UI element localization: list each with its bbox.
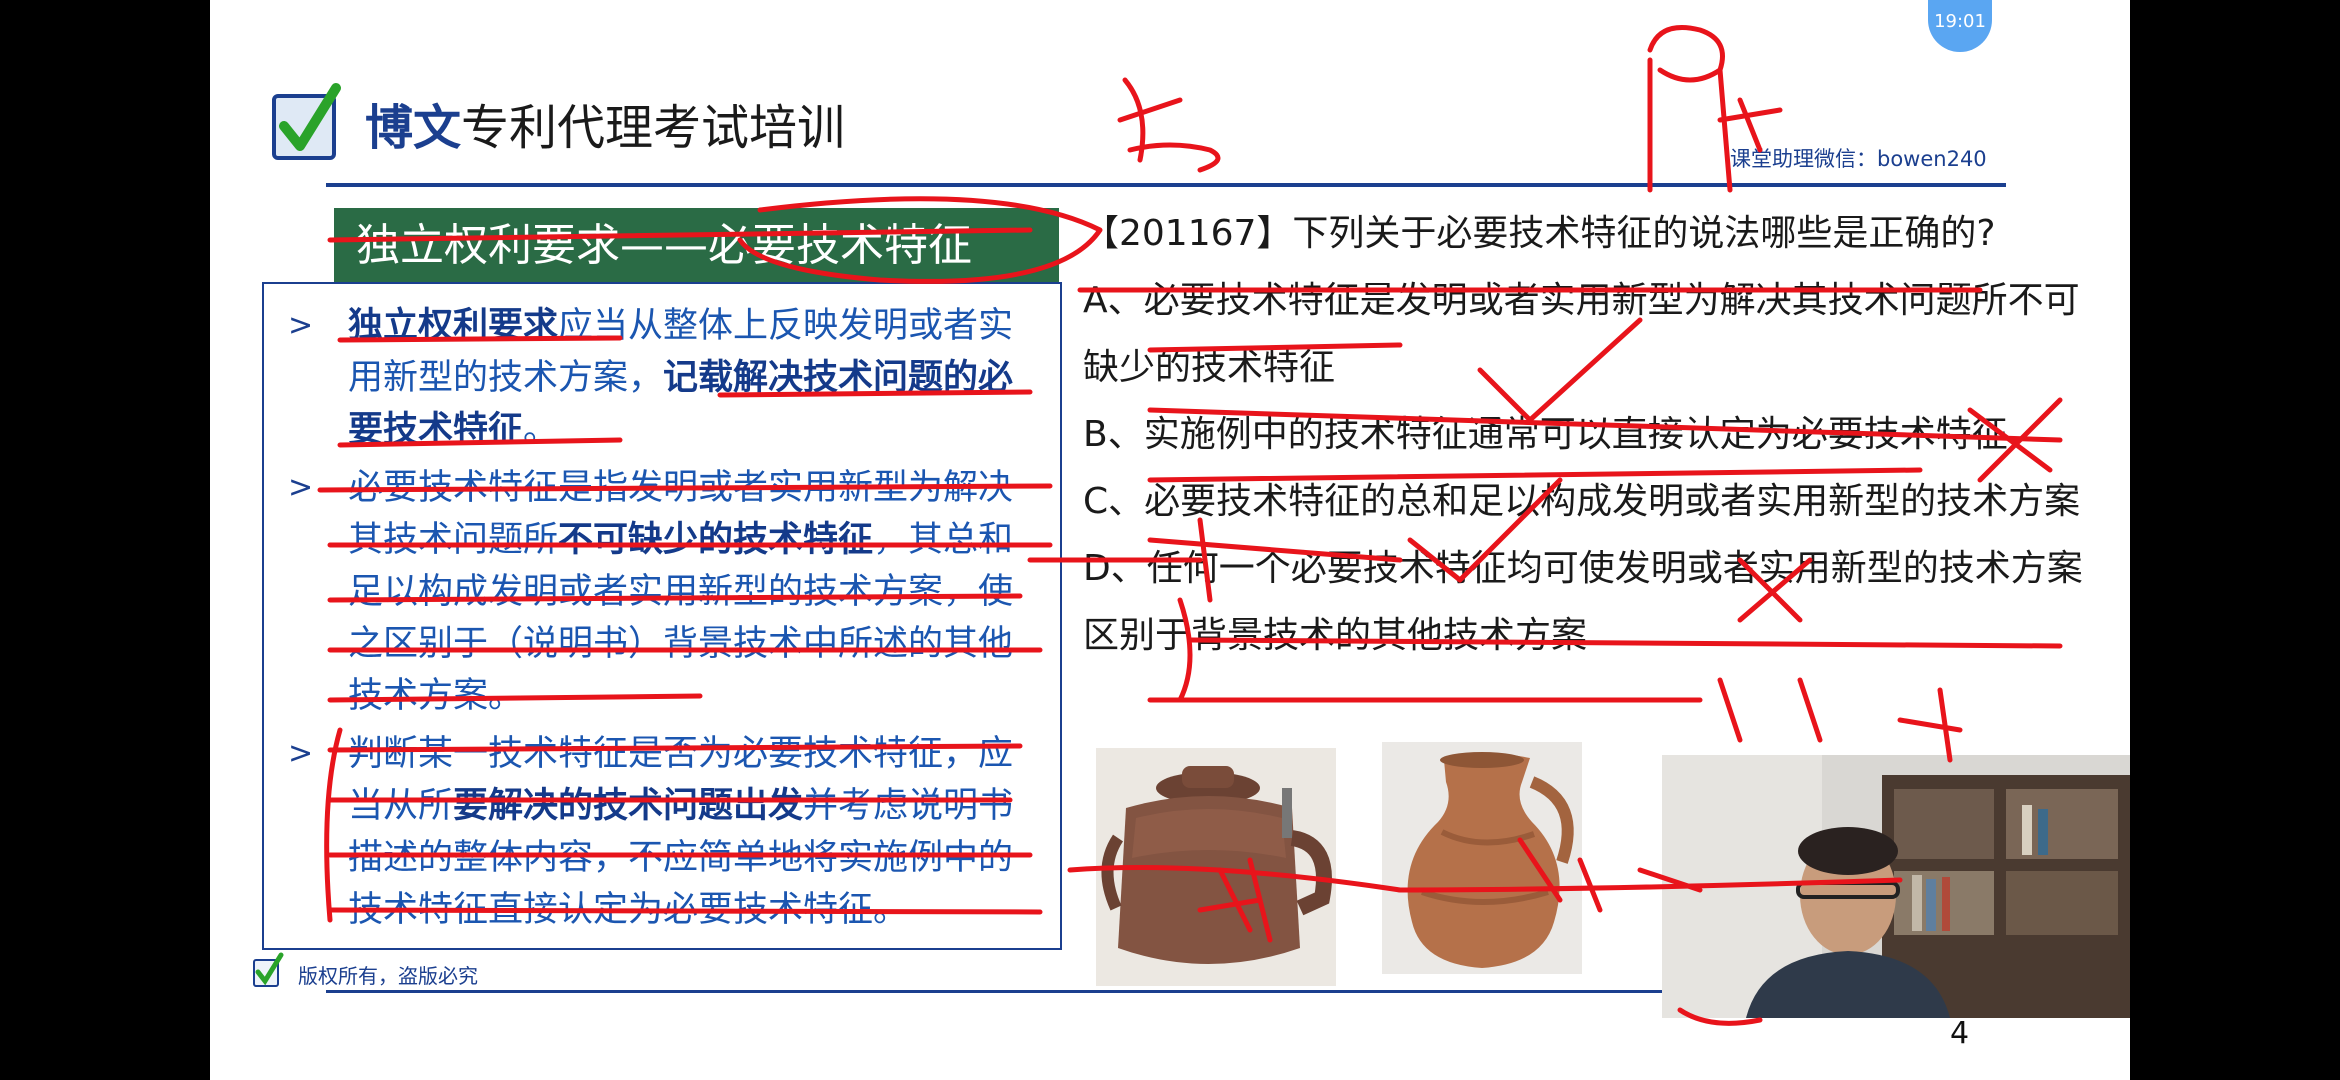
- checkmark-logo-icon: [272, 83, 341, 160]
- point-text-bold: 要解决的技术问题出发: [453, 786, 804, 826]
- option-b: B、实施例中的技术特征通常可以直接认定为必要技术特征: [1083, 414, 2008, 455]
- page-number: 4: [1950, 1016, 1970, 1051]
- checkbox-check-icon: [253, 952, 284, 987]
- assistant-wechat-note: 课堂助理微信：bowen240: [1730, 147, 1987, 171]
- header-title: 博文专利代理考试培训: [365, 88, 845, 158]
- option-a: A、必要技术特征是发明或者实用新型为解决其技术问题所不可缺少的技术特征: [1083, 280, 2080, 388]
- points-box: > 独立权利要求应当从整体上反映发明或者实用新型的技术方案，记载解决技术问题的必…: [262, 282, 1062, 950]
- clay-jug-photo: [1382, 742, 1582, 974]
- arrow-bullet-icon: >: [288, 470, 314, 505]
- point-item: > 独立权利要求应当从整体上反映发明或者实用新型的技术方案，记载解决技术问题的必…: [282, 300, 1032, 456]
- option-d: D、任何一个必要技术特征均可使发明或者实用新型的技术方案区别于背景技术的其他技术…: [1083, 548, 2083, 656]
- arrow-bullet-icon: >: [288, 736, 314, 771]
- question-stem: 【201167】下列关于必要技术特征的说法哪些是正确的?: [1083, 213, 1996, 254]
- copyright-text: 版权所有，盗版必究: [298, 964, 478, 988]
- point-text: 。: [523, 410, 559, 450]
- question-block: 【201167】下列关于必要技术特征的说法哪些是正确的? A、必要技术特征是发明…: [1083, 200, 2083, 669]
- section-banner: 独立权利要求——必要技术特征: [334, 208, 1059, 284]
- teapot-photo: [1096, 748, 1336, 986]
- point-text-bold: 独立权利要求: [348, 306, 559, 346]
- header-brand: 博文: [365, 100, 462, 156]
- point-item: > 判断某一技术特征是否为必要技术特征，应当从所要解决的技术问题出发并考虑说明书…: [282, 728, 1032, 936]
- clock-badge[interactable]: 19:01: [1928, 0, 1992, 52]
- point-text-bold: 不可缺少的技术特征: [558, 520, 874, 560]
- option-c: C、必要技术特征的总和足以构成发明或者实用新型的技术方案: [1083, 481, 2081, 522]
- screen: 博文专利代理考试培训 课堂助理微信：bowen240 19:01 独立权利要求—…: [0, 0, 2340, 1080]
- header-title-rest: 专利代理考试培训: [461, 100, 846, 156]
- arrow-bullet-icon: >: [288, 308, 314, 343]
- point-item: > 必要技术特征是指发明或者实用新型为解决其技术问题所不可缺少的技术特征，其总和…: [282, 462, 1032, 722]
- webcam-video[interactable]: [1662, 755, 2130, 1018]
- header-divider: [326, 183, 2006, 187]
